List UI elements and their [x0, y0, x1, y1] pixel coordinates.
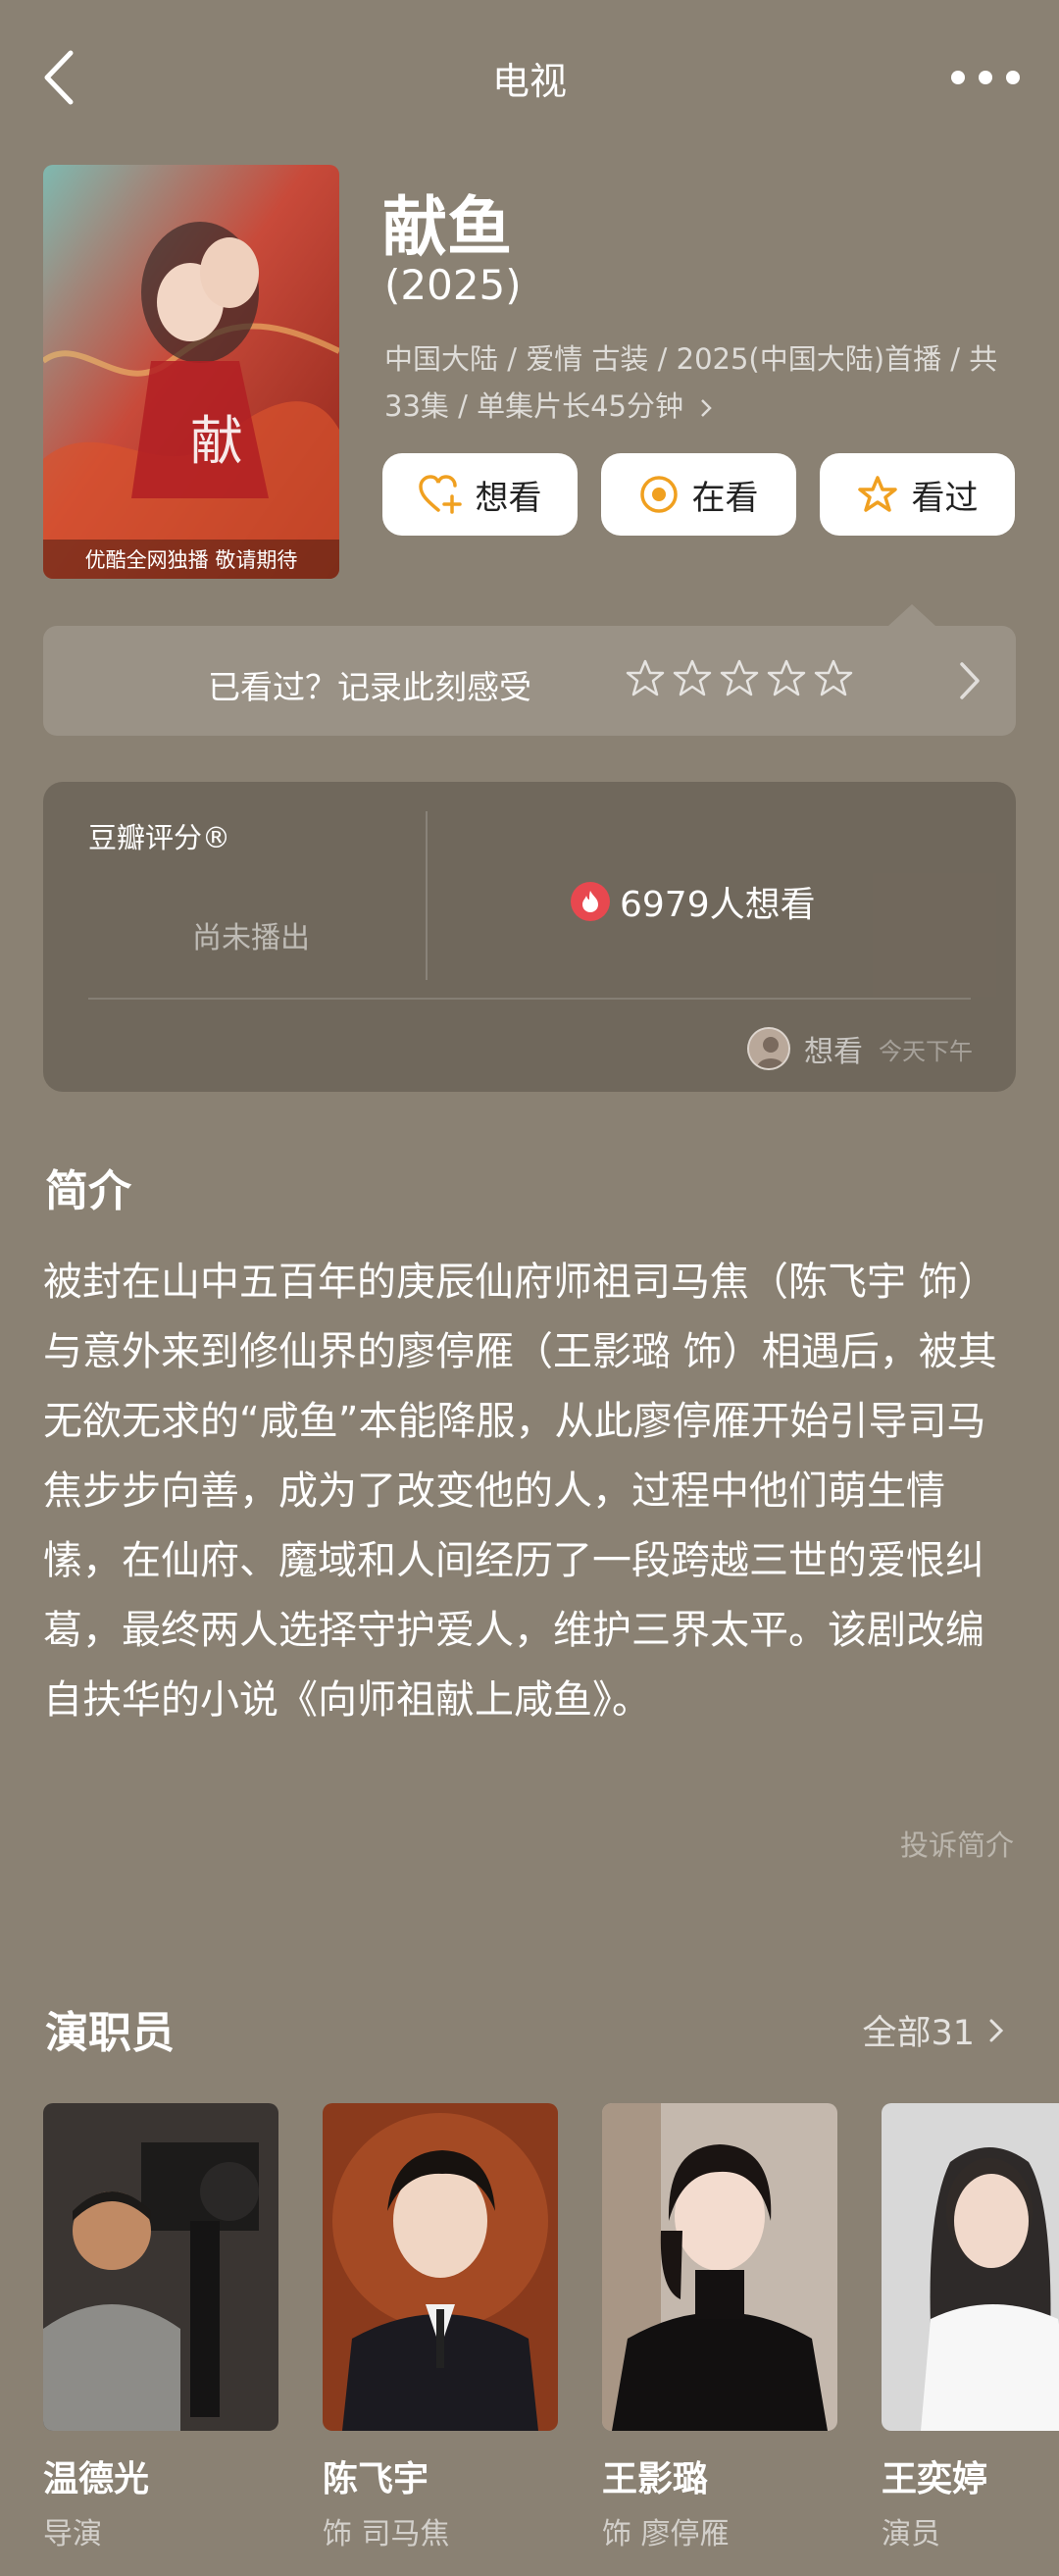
cast-name: 陈飞宇: [323, 2459, 429, 2499]
heart-plus-icon: [418, 475, 462, 514]
show-meta[interactable]: 中国大陆 / 爱情 古装 / 2025(中国大陆)首播 / 共33集 / 单集片…: [384, 335, 1012, 430]
rating-stars[interactable]: [622, 655, 857, 702]
want-count: 6979人想看: [571, 876, 816, 927]
chevron-right-icon: [989, 2019, 1004, 2041]
intro-heading: 简介: [45, 1166, 131, 1216]
friend-activity[interactable]: 想看 今天下午: [747, 1027, 973, 1070]
activity-time: 今天下午: [879, 1037, 973, 1065]
activity-action: 想看: [804, 1035, 863, 1069]
show-title: 献鱼: [382, 189, 512, 265]
cast-name: 温德光: [43, 2459, 150, 2499]
want-label: 想看: [475, 478, 542, 518]
intro-text: 被封在山中五百年的庚辰仙府师祖司马焦（陈飞宇 饰）与意外来到修仙界的廖停雁（王影…: [43, 1260, 997, 1723]
poster-image[interactable]: 献 优酷全网独播 敬请期待: [43, 165, 339, 579]
target-icon: [639, 475, 679, 514]
divider: [88, 998, 971, 1000]
chevron-right-icon: [701, 399, 713, 417]
show-year: (2025): [384, 261, 522, 309]
report-intro-link[interactable]: 投诉简介: [900, 1823, 1014, 1864]
watched-button[interactable]: 看过: [820, 453, 1015, 536]
fire-icon: [571, 882, 610, 921]
cast-card[interactable]: 温德光 导演: [43, 2103, 278, 2552]
rate-pointer: [888, 604, 935, 626]
star-icon: [857, 475, 898, 514]
page-title: 电视: [491, 60, 567, 103]
divider: [426, 811, 428, 980]
poster-caption: 优酷全网独播 敬请期待: [85, 548, 298, 572]
cast-heading: 演职员: [45, 2008, 175, 2058]
cast-photo[interactable]: [43, 2103, 278, 2431]
cast-role: 饰 司马焦: [323, 2517, 450, 2551]
more-button[interactable]: [951, 61, 1020, 94]
watching-label: 在看: [691, 478, 759, 518]
watching-button[interactable]: 在看: [601, 453, 796, 536]
cast-all-link[interactable]: 全部31: [862, 2005, 1004, 2055]
cast-all-label: 全部31: [862, 2014, 975, 2053]
cast-role: 演员: [882, 2517, 940, 2551]
score-status: 尚未播出: [192, 921, 310, 955]
cast-card[interactable]: 陈飞宇 饰 司马焦: [323, 2103, 558, 2552]
cast-photo[interactable]: [323, 2103, 558, 2431]
score-card[interactable]: 豆瓣评分® 尚未播出 6979人想看 想看 今天下午: [43, 782, 1016, 1092]
show-meta-text: 中国大陆 / 爱情 古装 / 2025(中国大陆)首播 / 共33集 / 单集片…: [384, 342, 998, 423]
svg-text:献: 献: [190, 410, 243, 472]
nav-bar: 电视: [0, 0, 1059, 157]
rate-prompt: 已看过？记录此刻感受: [208, 668, 531, 706]
cast-card[interactable]: 王奕婷 演员: [882, 2103, 1059, 2552]
empty-star-icon[interactable]: [622, 655, 669, 702]
cast-list[interactable]: 温德光 导演 陈飞宇 饰 司马焦 王影璐 饰 廖停雁 王奕婷 演员: [43, 2103, 1059, 2576]
rate-bar[interactable]: 已看过？记录此刻感受: [43, 626, 1016, 736]
cast-name: 王影璐: [602, 2459, 709, 2499]
watched-label: 看过: [911, 478, 979, 518]
empty-star-icon[interactable]: [716, 655, 763, 702]
avatar[interactable]: [747, 1027, 790, 1070]
cast-card[interactable]: 王影璐 饰 廖停雁: [602, 2103, 837, 2552]
cast-photo[interactable]: [882, 2103, 1059, 2431]
score-label: 豆瓣评分®: [88, 821, 231, 854]
cast-name: 王奕婷: [882, 2459, 988, 2499]
cast-role: 导演: [43, 2517, 102, 2551]
empty-star-icon[interactable]: [669, 655, 716, 702]
chevron-right-icon: [960, 662, 980, 699]
cast-role: 饰 廖停雁: [602, 2517, 730, 2551]
empty-star-icon[interactable]: [763, 655, 810, 702]
ellipsis-icon: [951, 71, 965, 84]
empty-star-icon[interactable]: [810, 655, 857, 702]
want-count-text: 6979人想看: [620, 885, 816, 925]
cast-photo[interactable]: [602, 2103, 837, 2431]
want-button[interactable]: 想看: [382, 453, 578, 536]
